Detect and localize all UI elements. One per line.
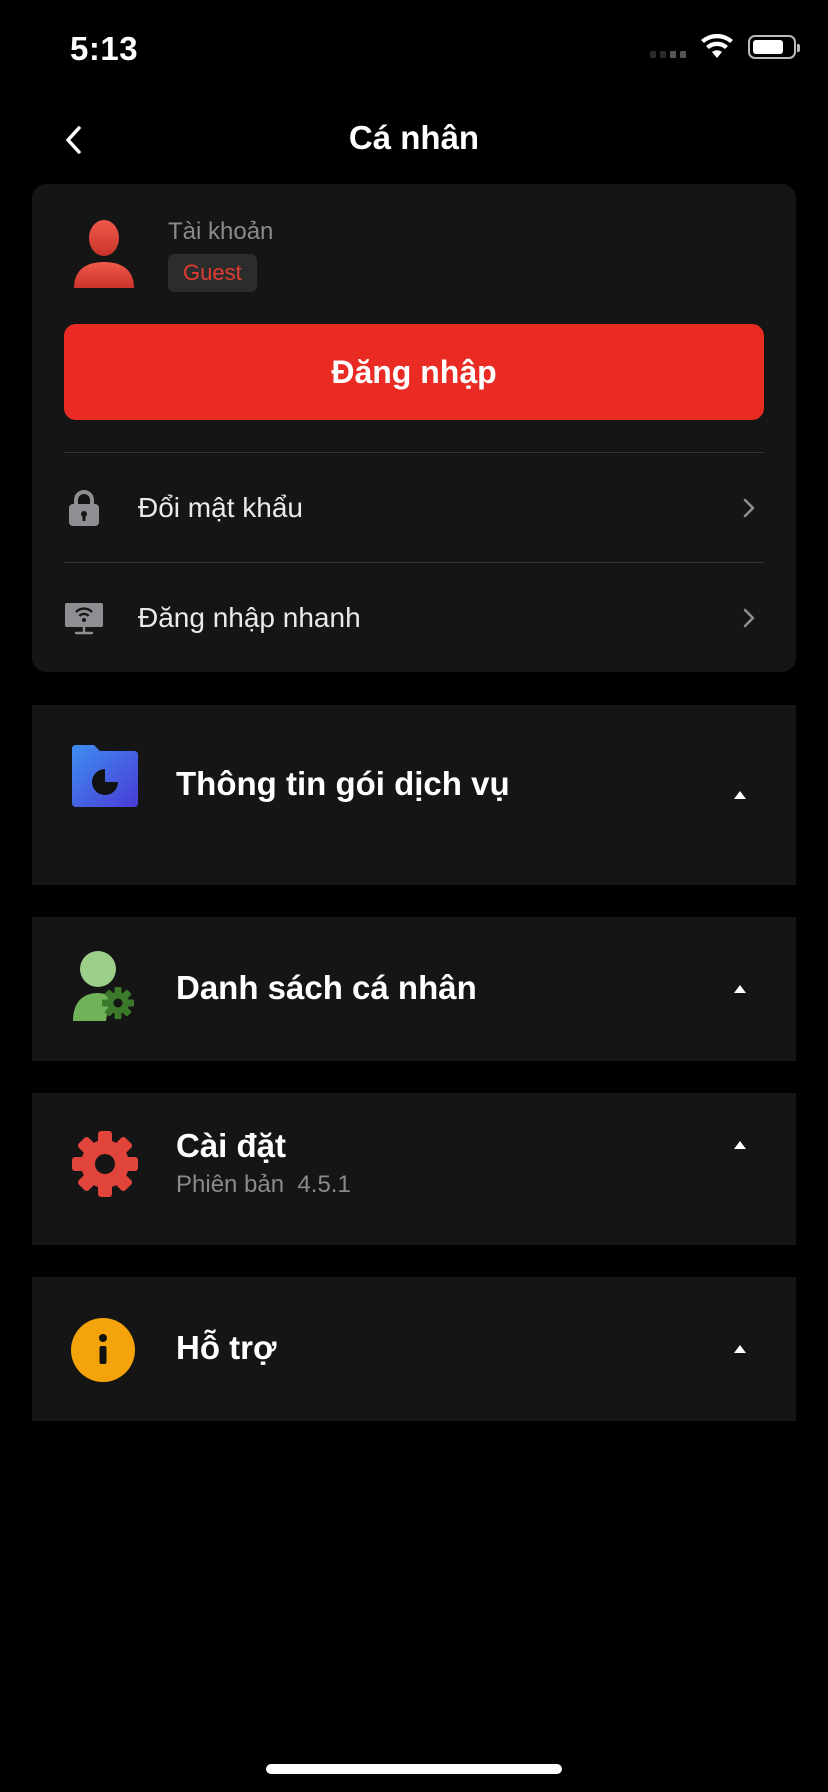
chevron-right-icon bbox=[734, 603, 764, 633]
divider bbox=[64, 562, 764, 563]
caret-up-icon bbox=[734, 1141, 746, 1149]
quick-login-row[interactable]: Đăng nhập nhanh bbox=[64, 564, 764, 672]
battery-icon bbox=[748, 35, 800, 59]
service-package-title: Thông tin gói dịch vụ bbox=[176, 765, 510, 802]
settings-title: Cài đặt bbox=[176, 1127, 287, 1164]
settings-section[interactable]: Cài đặt Phiên bản 4.5.1 bbox=[32, 1093, 796, 1245]
quick-login-label: Đăng nhập nhanh bbox=[138, 602, 361, 633]
folder-pie-icon bbox=[72, 745, 138, 807]
caret-up-icon bbox=[734, 791, 746, 799]
cellular-signal-icon bbox=[650, 36, 686, 58]
personal-list-section[interactable]: Danh sách cá nhân bbox=[32, 917, 796, 1061]
personal-list-title: Danh sách cá nhân bbox=[176, 969, 477, 1006]
status-badge: Guest bbox=[168, 254, 257, 292]
status-time: 5:13 bbox=[70, 30, 139, 67]
service-package-section[interactable]: Thông tin gói dịch vụ bbox=[32, 705, 796, 885]
tv-wifi-icon bbox=[64, 598, 104, 638]
status-icons bbox=[650, 34, 800, 60]
login-button[interactable]: Đăng nhập bbox=[64, 324, 764, 420]
wifi-icon bbox=[701, 34, 733, 58]
gear-icon bbox=[72, 1131, 138, 1197]
support-title: Hỗ trợ bbox=[176, 1329, 277, 1366]
home-indicator bbox=[266, 1764, 562, 1774]
support-section[interactable]: Hỗ trợ bbox=[32, 1277, 796, 1421]
profile-screen: 5:13 Cá nhân Tài khoản Guest Đăng nhập Đ… bbox=[0, 0, 828, 1792]
version-label: Phiên bản 4.5.1 bbox=[176, 1171, 351, 1198]
divider bbox=[64, 452, 764, 453]
info-icon bbox=[71, 1318, 135, 1382]
account-card: Tài khoản Guest Đăng nhập Đổi mật khẩu Đ… bbox=[32, 184, 796, 672]
chevron-right-icon bbox=[734, 493, 764, 523]
lock-icon bbox=[64, 488, 104, 528]
account-label: Tài khoản bbox=[168, 218, 274, 245]
user-settings-icon bbox=[73, 951, 134, 1021]
change-password-row[interactable]: Đổi mật khẩu bbox=[64, 454, 764, 562]
caret-up-icon bbox=[734, 1345, 746, 1353]
page-title: Cá nhân bbox=[348, 119, 480, 156]
change-password-label: Đổi mật khẩu bbox=[138, 492, 303, 523]
caret-up-icon bbox=[734, 985, 746, 993]
user-avatar-icon bbox=[74, 220, 134, 288]
